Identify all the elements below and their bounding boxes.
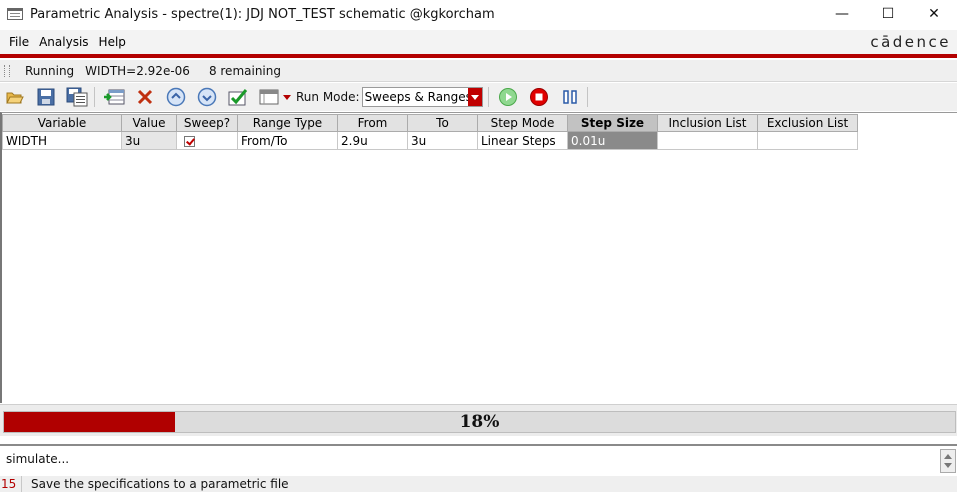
save-as-icon[interactable] bbox=[65, 85, 89, 109]
toolbar-separator bbox=[487, 87, 489, 107]
status-strip: Running WIDTH=2.92e-06 8 remaining bbox=[0, 60, 957, 82]
move-up-icon[interactable] bbox=[164, 85, 188, 109]
header-value[interactable]: Value bbox=[121, 114, 177, 132]
run-state: Running bbox=[25, 63, 75, 78]
toolbar: Run Mode: Sweeps & Ranges bbox=[0, 83, 957, 111]
cadence-logo: cādence bbox=[870, 33, 951, 51]
menu-file[interactable]: File bbox=[9, 35, 29, 49]
header-exclusion-list[interactable]: Exclusion List bbox=[757, 114, 858, 132]
table-row[interactable]: WIDTH 3u From/To 2.9u 3u Linear Steps 0.… bbox=[2, 131, 858, 150]
run-mode-label: Run Mode: bbox=[296, 90, 360, 104]
table-header-row: Variable Value Sweep? Range Type From To… bbox=[2, 114, 858, 132]
table-view-icon[interactable] bbox=[257, 85, 281, 109]
add-row-icon[interactable] bbox=[102, 85, 126, 109]
menu-help[interactable]: Help bbox=[99, 35, 126, 49]
menu-bar: File Analysis Help cādence bbox=[0, 30, 957, 54]
minimize-button[interactable]: — bbox=[819, 0, 865, 28]
progress-bar: 18% bbox=[3, 411, 956, 433]
header-sweep[interactable]: Sweep? bbox=[176, 114, 238, 132]
cell-range-type[interactable]: From/To bbox=[237, 131, 338, 150]
hint-text: Save the specifications to a parametric … bbox=[31, 477, 289, 491]
window-controls: — ☐ ✕ bbox=[819, 0, 957, 28]
progress-percent: 18% bbox=[459, 412, 500, 432]
hint-number: 15 bbox=[0, 476, 22, 492]
menu-analysis[interactable]: Analysis bbox=[39, 35, 88, 49]
cell-step-mode[interactable]: Linear Steps bbox=[477, 131, 568, 150]
header-step-size[interactable]: Step Size bbox=[567, 114, 658, 132]
run-mode-select[interactable]: Sweeps & Ranges bbox=[361, 87, 483, 107]
maximize-button[interactable]: ☐ bbox=[865, 0, 911, 28]
cell-exclusion-list[interactable] bbox=[757, 131, 858, 150]
delete-icon[interactable] bbox=[133, 85, 157, 109]
run-icon[interactable] bbox=[496, 85, 520, 109]
header-variable[interactable]: Variable bbox=[2, 114, 122, 132]
current-param: WIDTH=2.92e-06 bbox=[85, 63, 190, 78]
run-mode-value: Sweeps & Ranges bbox=[364, 90, 472, 104]
log-panel: simulate... bbox=[0, 444, 957, 474]
progress-panel: 18% bbox=[0, 404, 957, 436]
hint-bar: 15 Save the specifications to a parametr… bbox=[0, 476, 957, 492]
log-scroll-control[interactable] bbox=[940, 449, 956, 473]
header-step-mode[interactable]: Step Mode bbox=[477, 114, 568, 132]
dropdown-icon[interactable] bbox=[282, 85, 292, 109]
header-to[interactable]: To bbox=[407, 114, 478, 132]
pause-icon[interactable] bbox=[558, 85, 582, 109]
stop-icon[interactable] bbox=[527, 85, 551, 109]
header-inclusion-list[interactable]: Inclusion List bbox=[657, 114, 758, 132]
cell-inclusion-list[interactable] bbox=[657, 131, 758, 150]
check-icon[interactable] bbox=[226, 85, 250, 109]
app-icon bbox=[7, 8, 23, 20]
window-title: Parametric Analysis - spectre(1): JDJ NO… bbox=[30, 6, 495, 22]
log-text: simulate... bbox=[6, 452, 70, 466]
header-range-type[interactable]: Range Type bbox=[237, 114, 338, 132]
open-folder-icon[interactable] bbox=[3, 85, 27, 109]
title-bar: Parametric Analysis - spectre(1): JDJ NO… bbox=[0, 0, 957, 28]
cell-from[interactable]: 2.9u bbox=[337, 131, 408, 150]
cell-variable[interactable]: WIDTH bbox=[2, 131, 122, 150]
cell-value[interactable]: 3u bbox=[121, 131, 177, 150]
cell-step-size[interactable]: 0.01u bbox=[567, 131, 658, 150]
move-down-icon[interactable] bbox=[195, 85, 219, 109]
chevron-down-icon[interactable] bbox=[467, 88, 482, 106]
header-from[interactable]: From bbox=[337, 114, 408, 132]
close-button[interactable]: ✕ bbox=[911, 0, 957, 28]
grip-handle-icon[interactable] bbox=[4, 64, 10, 77]
cell-to[interactable]: 3u bbox=[407, 131, 478, 150]
remaining-count: 8 remaining bbox=[208, 63, 281, 78]
toolbar-separator bbox=[586, 87, 588, 107]
save-icon[interactable] bbox=[34, 85, 58, 109]
sweep-checkbox[interactable] bbox=[184, 135, 195, 147]
accent-divider bbox=[0, 54, 957, 58]
toolbar-separator bbox=[94, 87, 95, 107]
scroll-up-icon[interactable] bbox=[944, 454, 952, 459]
scroll-down-icon[interactable] bbox=[944, 463, 952, 468]
parameter-table-area: Variable Value Sweep? Range Type From To… bbox=[0, 112, 957, 403]
cell-sweep[interactable] bbox=[176, 131, 238, 150]
parameter-table: Variable Value Sweep? Range Type From To… bbox=[2, 114, 858, 150]
